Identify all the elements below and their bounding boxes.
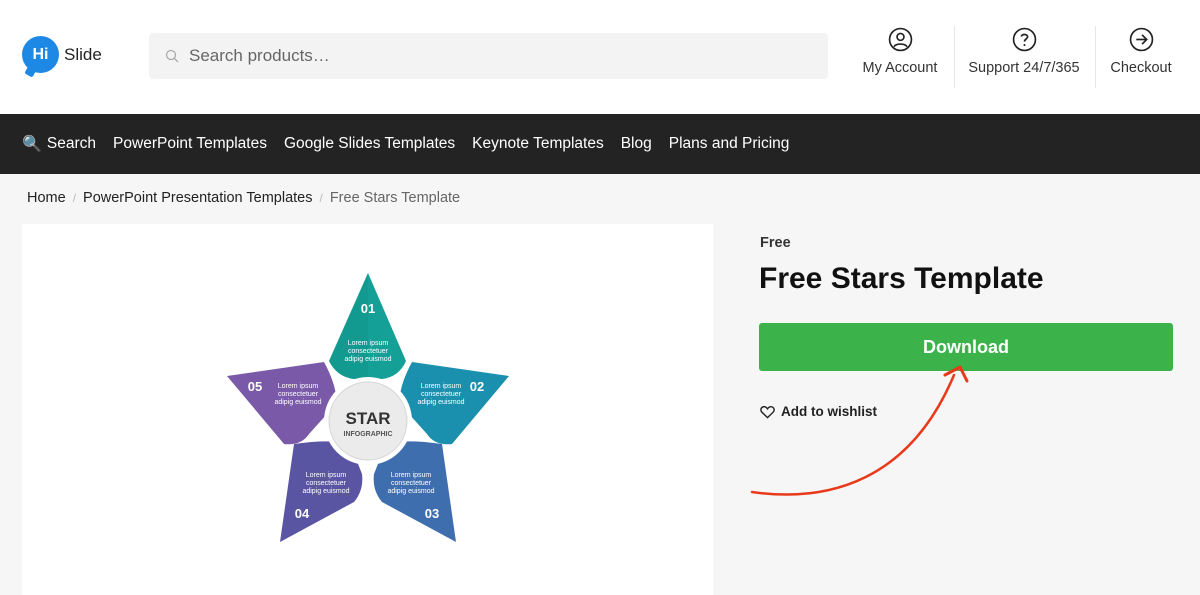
nav-item-plans-and-pricing[interactable]: Plans and Pricing xyxy=(669,135,790,153)
checkout-label: Checkout xyxy=(1110,60,1172,76)
point-number: 02 xyxy=(470,379,484,394)
magnifier-icon: 🔍 xyxy=(22,136,42,153)
product-image[interactable]: STAR INFOGRAPHIC 01 02 03 04 05 Lorem ip… xyxy=(22,224,713,595)
nav-item-keynote-templates[interactable]: Keynote Templates xyxy=(472,135,604,153)
nav-item-blog[interactable]: Blog xyxy=(621,135,652,153)
main-nav: 🔍 Search PowerPoint Templates Google Sli… xyxy=(0,114,1200,174)
point-number: 05 xyxy=(248,379,262,394)
breadcrumb-home[interactable]: Home xyxy=(27,190,66,206)
point-text: consectetuer xyxy=(421,391,462,398)
breadcrumb: Home / PowerPoint Presentation Templates… xyxy=(27,190,460,206)
search-box xyxy=(149,33,828,79)
support-label: Support 24/7/365 xyxy=(968,60,1080,76)
checkout-link[interactable]: Checkout xyxy=(1106,27,1176,87)
header-divider xyxy=(954,26,955,88)
my-account-label: My Account xyxy=(862,60,938,76)
nav-item-powerpoint-templates[interactable]: PowerPoint Templates xyxy=(113,135,267,153)
point-text: adipig euismod xyxy=(274,399,321,406)
point-text: consectetuer xyxy=(348,348,389,355)
point-text: adipig euismod xyxy=(344,356,391,363)
logo[interactable]: Hi Slide xyxy=(22,36,102,73)
point-text: Lorem ipsum xyxy=(306,472,347,479)
help-circle-icon xyxy=(1012,27,1036,52)
product-title: Free Stars Template xyxy=(759,262,1044,295)
arrow-right-circle-icon xyxy=(1129,27,1153,52)
point-text: adipig euismod xyxy=(302,488,349,495)
logo-badge: Hi xyxy=(22,36,59,73)
point-number: 01 xyxy=(361,301,375,316)
nav-item-google-slides-templates[interactable]: Google Slides Templates xyxy=(284,135,455,153)
breadcrumb-separator: / xyxy=(72,191,77,205)
point-text: Lorem ipsum xyxy=(348,340,389,347)
search-icon xyxy=(165,49,179,63)
point-text: consectetuer xyxy=(391,480,432,487)
breadcrumb-separator: / xyxy=(319,191,323,205)
point-text: Lorem ipsum xyxy=(278,383,319,390)
point-text: adipig euismod xyxy=(387,488,434,495)
nav-item-search[interactable]: 🔍 Search xyxy=(22,134,96,154)
nav-item-label: Search xyxy=(46,135,97,152)
user-circle-icon xyxy=(888,27,912,52)
breadcrumb-powerpoint-templates[interactable]: PowerPoint Presentation Templates xyxy=(83,190,312,206)
star-infographic: STAR INFOGRAPHIC 01 02 03 04 05 Lorem ip… xyxy=(227,273,509,542)
point-text: Lorem ipsum xyxy=(391,472,432,479)
point-text: adipig euismod xyxy=(417,399,464,406)
search-input[interactable] xyxy=(189,46,789,66)
my-account-link[interactable]: My Account xyxy=(860,27,940,87)
star-center-subtitle: INFOGRAPHIC xyxy=(344,431,393,438)
product-price: Free xyxy=(760,235,791,251)
site-header: Hi Slide My Account Support 24/7/365 xyxy=(0,0,1200,114)
annotation-arrow-icon xyxy=(750,365,969,496)
point-number: 03 xyxy=(425,506,439,521)
logo-text: Slide xyxy=(64,44,102,64)
header-divider xyxy=(1095,26,1096,88)
point-text: consectetuer xyxy=(306,480,347,487)
breadcrumb-current: Free Stars Template xyxy=(329,190,461,206)
star-center-title: STAR xyxy=(345,409,390,428)
support-link[interactable]: Support 24/7/365 xyxy=(966,27,1082,87)
point-text: consectetuer xyxy=(278,391,319,398)
point-number: 04 xyxy=(295,506,310,521)
point-text: Lorem ipsum xyxy=(421,383,462,390)
